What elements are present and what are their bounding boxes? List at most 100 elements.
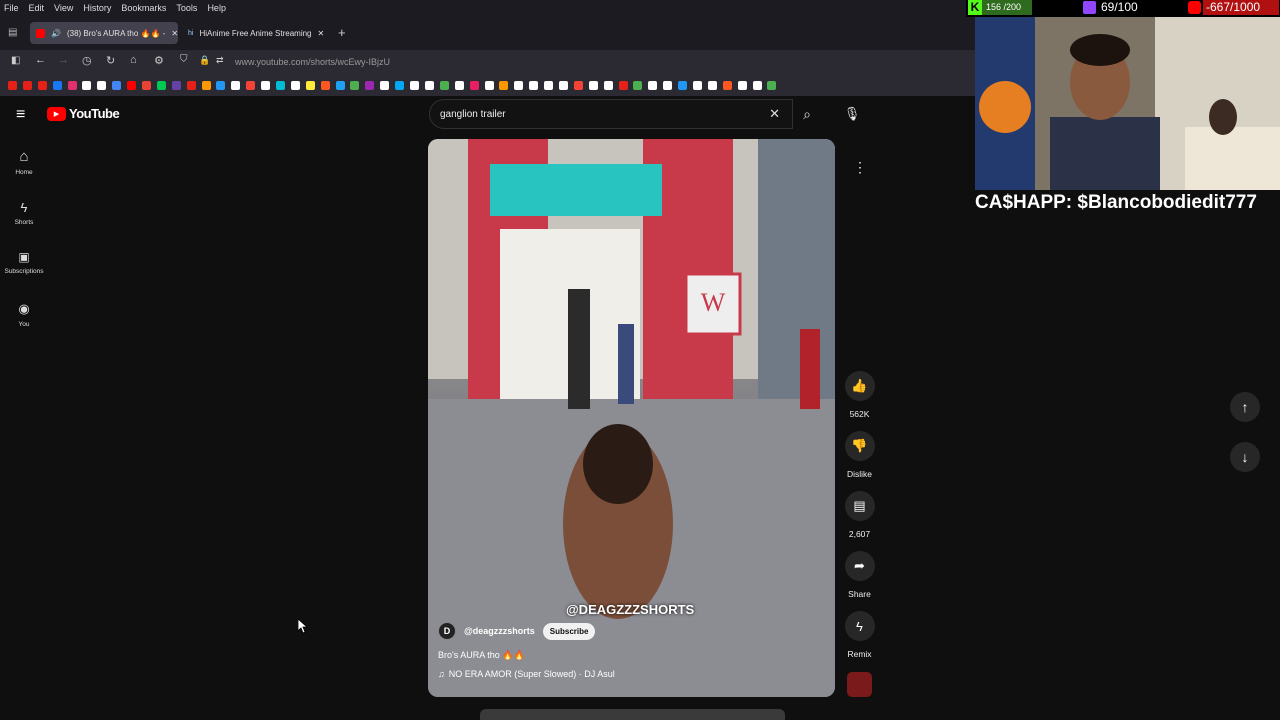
bookmark-icon[interactable] xyxy=(484,80,494,90)
like-button[interactable]: 👍 562K xyxy=(843,371,876,419)
bookmark-icon[interactable] xyxy=(22,80,32,90)
bookmark-icon[interactable] xyxy=(171,80,181,90)
bookmark-icon[interactable] xyxy=(82,80,92,90)
menu-view[interactable]: View xyxy=(54,3,73,13)
bookmark-icon[interactable] xyxy=(469,80,479,90)
bookmark-icon[interactable] xyxy=(573,80,583,90)
forward-button[interactable]: → xyxy=(58,54,69,66)
sidebar-item-shorts[interactable]: ϟ Shorts xyxy=(0,200,48,226)
bookmark-icon[interactable] xyxy=(261,80,271,90)
back-button[interactable]: ← xyxy=(35,54,46,66)
short-video-player[interactable]: W @DEAGZZZSHORTS D @deagzzzshorts Subscr… xyxy=(428,139,835,697)
bookmark-icon[interactable] xyxy=(737,80,747,90)
bookmark-icon[interactable] xyxy=(320,80,330,90)
bookmark-icon[interactable] xyxy=(365,80,375,90)
bookmark-icon[interactable] xyxy=(216,80,226,90)
bookmark-icon[interactable] xyxy=(67,80,77,90)
channel-avatar[interactable]: D xyxy=(438,622,456,640)
bookmark-icon[interactable] xyxy=(558,80,568,90)
search-input[interactable]: ganglion trailer xyxy=(440,109,506,120)
menu-icon[interactable]: ≡ xyxy=(16,106,25,124)
voice-search-button[interactable]: 🎙 xyxy=(840,102,864,126)
bookmark-icon[interactable] xyxy=(186,80,196,90)
bookmark-icon[interactable] xyxy=(350,80,360,90)
bookmark-icon[interactable] xyxy=(544,80,554,90)
youtube-logo[interactable]: ▶ YouTube xyxy=(47,106,120,121)
bookmark-icon[interactable] xyxy=(201,80,211,90)
bookmark-icon[interactable] xyxy=(380,80,390,90)
bookmark-icon[interactable] xyxy=(276,80,286,90)
menu-help[interactable]: Help xyxy=(207,3,226,13)
bookmark-icon[interactable] xyxy=(290,80,300,90)
url-field[interactable]: www.youtube.com/shorts/wcEwy-IBjzU xyxy=(235,57,390,67)
dislike-button[interactable]: 👎 Dislike xyxy=(843,431,876,479)
menu-history[interactable]: History xyxy=(83,3,111,13)
clear-search-icon[interactable]: ✕ xyxy=(769,106,780,122)
tab-hianime[interactable]: hi HiAnime Free Anime Streaming ✕ xyxy=(182,22,327,44)
bookmark-icon[interactable] xyxy=(722,80,732,90)
sidebar-item-home[interactable]: ⌂ Home xyxy=(0,148,48,176)
bookmark-icon[interactable] xyxy=(514,80,524,90)
remix-button[interactable]: ϟ Remix xyxy=(843,611,876,659)
menu-bookmarks[interactable]: Bookmarks xyxy=(121,3,166,13)
close-tab-icon[interactable]: ✕ xyxy=(318,29,325,38)
search-button[interactable]: ⌕ xyxy=(793,99,821,129)
sidebar-item-you[interactable]: ◉ You xyxy=(0,301,48,328)
home-button[interactable]: ⌂ xyxy=(130,54,137,66)
bookmark-icon[interactable] xyxy=(127,80,137,90)
channel-name[interactable]: @deagzzzshorts xyxy=(464,626,535,636)
bookmark-icon[interactable] xyxy=(663,80,673,90)
bookmark-icon[interactable] xyxy=(37,80,47,90)
sidebar-item-subscriptions[interactable]: ▣ Subscriptions xyxy=(0,250,48,275)
bookmark-icon[interactable] xyxy=(499,80,509,90)
bookmark-icon[interactable] xyxy=(588,80,598,90)
subscribe-button[interactable]: Subscribe xyxy=(542,622,596,640)
bookmark-icon[interactable] xyxy=(529,80,539,90)
bookmark-icon[interactable] xyxy=(692,80,702,90)
bookmark-icon[interactable] xyxy=(97,80,107,90)
bookmark-icon[interactable] xyxy=(648,80,658,90)
bookmark-icon[interactable] xyxy=(603,80,613,90)
reload-button[interactable]: ↻ xyxy=(106,54,115,67)
bookmark-icon[interactable] xyxy=(678,80,688,90)
history-icon[interactable]: ◷ xyxy=(82,54,92,67)
more-options-button[interactable]: ⋮ xyxy=(845,152,875,182)
menu-tools[interactable]: Tools xyxy=(176,3,197,13)
bookmark-icon[interactable] xyxy=(439,80,449,90)
sound-thumbnail[interactable] xyxy=(847,672,872,697)
bookmark-icon[interactable] xyxy=(633,80,643,90)
menu-edit[interactable]: Edit xyxy=(29,3,45,13)
bookmark-icon[interactable] xyxy=(8,80,17,90)
lock-icon[interactable]: 🔒 xyxy=(199,55,210,66)
next-short-preview[interactable] xyxy=(480,709,785,720)
bookmark-icon[interactable] xyxy=(52,80,62,90)
next-short-button[interactable]: ↓ xyxy=(1230,442,1260,472)
bookmark-icon[interactable] xyxy=(156,80,166,90)
bookmark-icon[interactable] xyxy=(767,80,777,90)
share-button[interactable]: ➦ Share xyxy=(843,551,876,599)
video-title[interactable]: Bro's AURA tho 🔥🔥 xyxy=(438,650,525,661)
bookmark-icon[interactable] xyxy=(454,80,464,90)
permissions-icon[interactable]: ⇄ xyxy=(216,55,224,66)
bookmark-icon[interactable] xyxy=(246,80,256,90)
close-tab-icon[interactable]: ✕ xyxy=(171,29,178,38)
search-box[interactable]: ganglion trailer ✕ xyxy=(429,99,793,129)
tab-list-icon[interactable]: ▤ xyxy=(8,27,17,38)
menu-file[interactable]: File xyxy=(4,3,19,13)
bookmark-icon[interactable] xyxy=(305,80,315,90)
shield-icon[interactable]: ⛉ xyxy=(180,54,188,65)
tab-youtube-short[interactable]: 🔊 (38) Bro's AURA tho 🔥🔥 - ✕ xyxy=(30,22,178,44)
bookmark-icon[interactable] xyxy=(395,80,405,90)
bookmark-icon[interactable] xyxy=(424,80,434,90)
music-row[interactable]: ♫ NO ERA AMOR (Super Slowed) · DJ Asul xyxy=(438,669,615,679)
bookmark-icon[interactable] xyxy=(142,80,152,90)
bookmark-icon[interactable] xyxy=(231,80,241,90)
bookmark-icon[interactable] xyxy=(707,80,717,90)
sidebar-toggle-icon[interactable]: ◧ xyxy=(11,55,20,66)
settings-icon[interactable]: ⚙ xyxy=(154,54,164,67)
bookmark-icon[interactable] xyxy=(112,80,122,90)
new-tab-button[interactable]: + xyxy=(338,25,346,40)
bookmark-icon[interactable] xyxy=(335,80,345,90)
bookmark-icon[interactable] xyxy=(618,80,628,90)
previous-short-button[interactable]: ↑ xyxy=(1230,392,1260,422)
